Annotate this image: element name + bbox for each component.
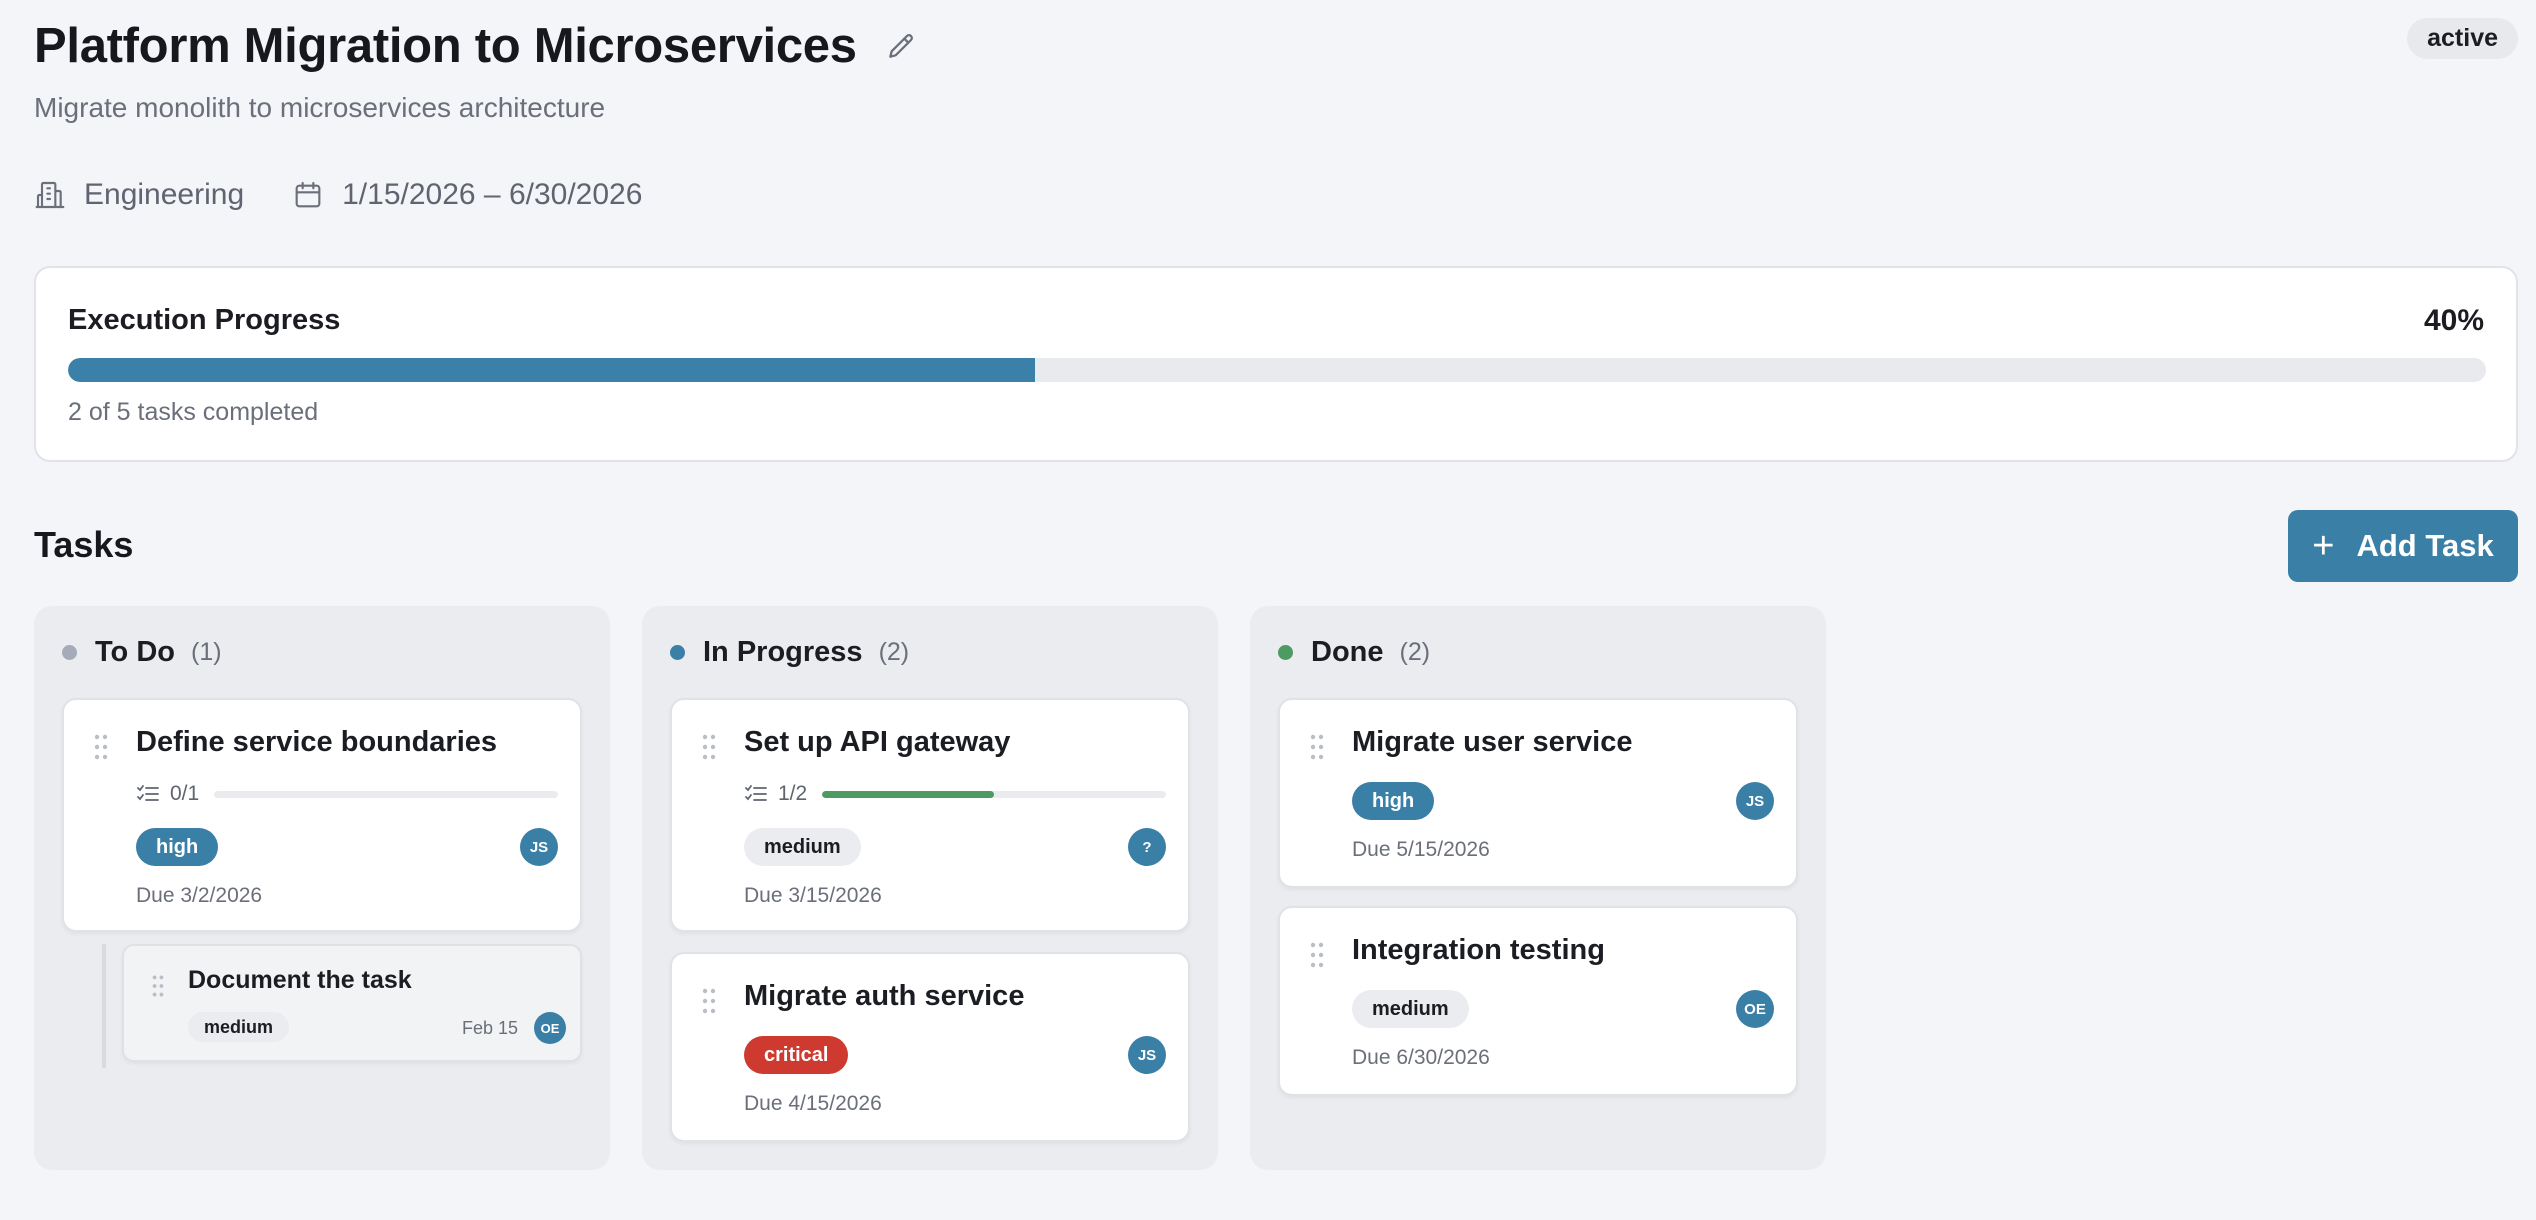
checklist-icon: [137, 785, 159, 801]
department-meta: Engineering: [34, 178, 244, 212]
grip-vertical-icon[interactable]: [702, 988, 716, 1014]
task-card[interactable]: Set up API gateway 1/2 medium ? Due 3/15…: [670, 698, 1190, 932]
assignee-avatar[interactable]: ?: [1128, 828, 1166, 866]
progress-summary: 2 of 5 tasks completed: [68, 398, 319, 426]
column-count: (1): [191, 638, 222, 666]
checklist-icon: [745, 785, 767, 801]
tasks-heading: Tasks: [34, 524, 134, 565]
progress-label: Execution Progress: [68, 304, 341, 336]
subtask-title: Document the task: [188, 966, 412, 994]
subtask-connector: [102, 944, 106, 1068]
due-date: Due 5/15/2026: [1352, 838, 1490, 861]
grip-vertical-icon[interactable]: [1310, 734, 1324, 760]
add-task-label: Add Task: [2356, 528, 2494, 563]
column-in-progress: In Progress (2) Set up API gateway 1/2 m…: [642, 606, 1218, 1170]
column-header: To Do (1): [62, 636, 222, 669]
project-meta: Engineering 1/15/2026 – 6/30/2026: [34, 178, 642, 212]
subtask-due-date: Feb 15: [461, 1018, 518, 1038]
priority-badge: critical: [744, 1036, 849, 1074]
task-title: Migrate auth service: [744, 980, 1025, 1012]
assignee-avatar[interactable]: JS: [520, 828, 558, 866]
title-row: Platform Migration to Microservices: [34, 18, 919, 74]
grip-vertical-icon[interactable]: [94, 734, 108, 760]
task-card[interactable]: Integration testing medium OE Due 6/30/2…: [1278, 906, 1798, 1096]
pencil-icon: [888, 34, 913, 58]
add-task-button[interactable]: + Add Task: [2288, 510, 2518, 582]
plus-icon: +: [2312, 525, 2335, 567]
checklist-count: 1/2: [778, 782, 808, 805]
progress-percent: 40%: [2423, 304, 2484, 337]
column-title: In Progress: [703, 636, 863, 668]
due-date: Due 6/30/2026: [1352, 1046, 1490, 1069]
due-date: Due 3/2/2026: [136, 884, 263, 907]
assignee-avatar[interactable]: OE: [1736, 990, 1774, 1028]
department-label: Engineering: [84, 178, 245, 211]
task-card[interactable]: Migrate auth service critical JS Due 4/1…: [670, 952, 1190, 1142]
task-title: Integration testing: [1352, 934, 1605, 966]
due-date: Due 4/15/2026: [744, 1092, 882, 1115]
column-to-do: To Do (1) Define service boundaries 0/1 …: [34, 606, 610, 1170]
priority-badge: high: [136, 828, 219, 866]
date-range-meta: 1/15/2026 – 6/30/2026: [292, 178, 642, 212]
grip-vertical-icon[interactable]: [702, 734, 716, 760]
column-header: Done (2): [1278, 636, 1430, 669]
checklist-progress: 0/1: [136, 782, 558, 806]
priority-badge: medium: [1352, 990, 1469, 1028]
due-date: Due 3/15/2026: [744, 884, 882, 907]
subtask-card[interactable]: Document the task medium Feb 15 OE: [122, 944, 582, 1062]
grip-vertical-icon[interactable]: [1310, 942, 1324, 968]
status-badge: active: [2407, 18, 2518, 59]
column-status-dot: [1278, 645, 1293, 660]
project-page: Platform Migration to Microservices acti…: [0, 0, 2536, 1220]
building-icon: [35, 181, 65, 209]
column-status-dot: [670, 645, 685, 660]
priority-badge: medium: [744, 828, 861, 866]
project-subtitle: Migrate monolith to microservices archit…: [34, 92, 606, 123]
column-done: Done (2) Migrate user service high JS Du…: [1250, 606, 1826, 1170]
priority-badge: high: [1352, 782, 1435, 820]
assignee-avatar[interactable]: JS: [1128, 1036, 1166, 1074]
execution-progress-card: Execution Progress 40% 2 of 5 tasks comp…: [34, 266, 2518, 462]
column-status-dot: [62, 645, 77, 660]
column-count: (2): [878, 638, 910, 666]
calendar-icon: [295, 181, 321, 208]
assignee-avatar[interactable]: JS: [1736, 782, 1774, 820]
checklist-bar: [822, 790, 1166, 798]
column-title: Done: [1311, 636, 1384, 668]
column-title: To Do: [95, 636, 175, 668]
task-title: Migrate user service: [1352, 726, 1633, 758]
checklist-bar: [214, 790, 558, 798]
checklist-count: 0/1: [170, 782, 200, 805]
progress-bar: [68, 358, 2486, 382]
edit-title-button[interactable]: [883, 28, 919, 64]
priority-badge: medium: [188, 1012, 290, 1042]
checklist-bar-fill: [822, 790, 994, 798]
grip-vertical-icon[interactable]: [152, 974, 164, 998]
task-card[interactable]: Migrate user service high JS Due 5/15/20…: [1278, 698, 1798, 888]
column-header: In Progress (2): [670, 636, 909, 669]
task-card[interactable]: Define service boundaries 0/1 high JS Du…: [62, 698, 582, 932]
checklist-progress: 1/2: [744, 782, 1166, 806]
task-title: Define service boundaries: [136, 726, 498, 758]
page-title: Platform Migration to Microservices: [34, 19, 857, 73]
progress-bar-fill: [68, 358, 1036, 382]
task-title: Set up API gateway: [744, 726, 1011, 758]
assignee-avatar[interactable]: OE: [534, 1012, 566, 1044]
column-count: (2): [1399, 638, 1431, 666]
date-range-label: 1/15/2026 – 6/30/2026: [342, 178, 643, 211]
